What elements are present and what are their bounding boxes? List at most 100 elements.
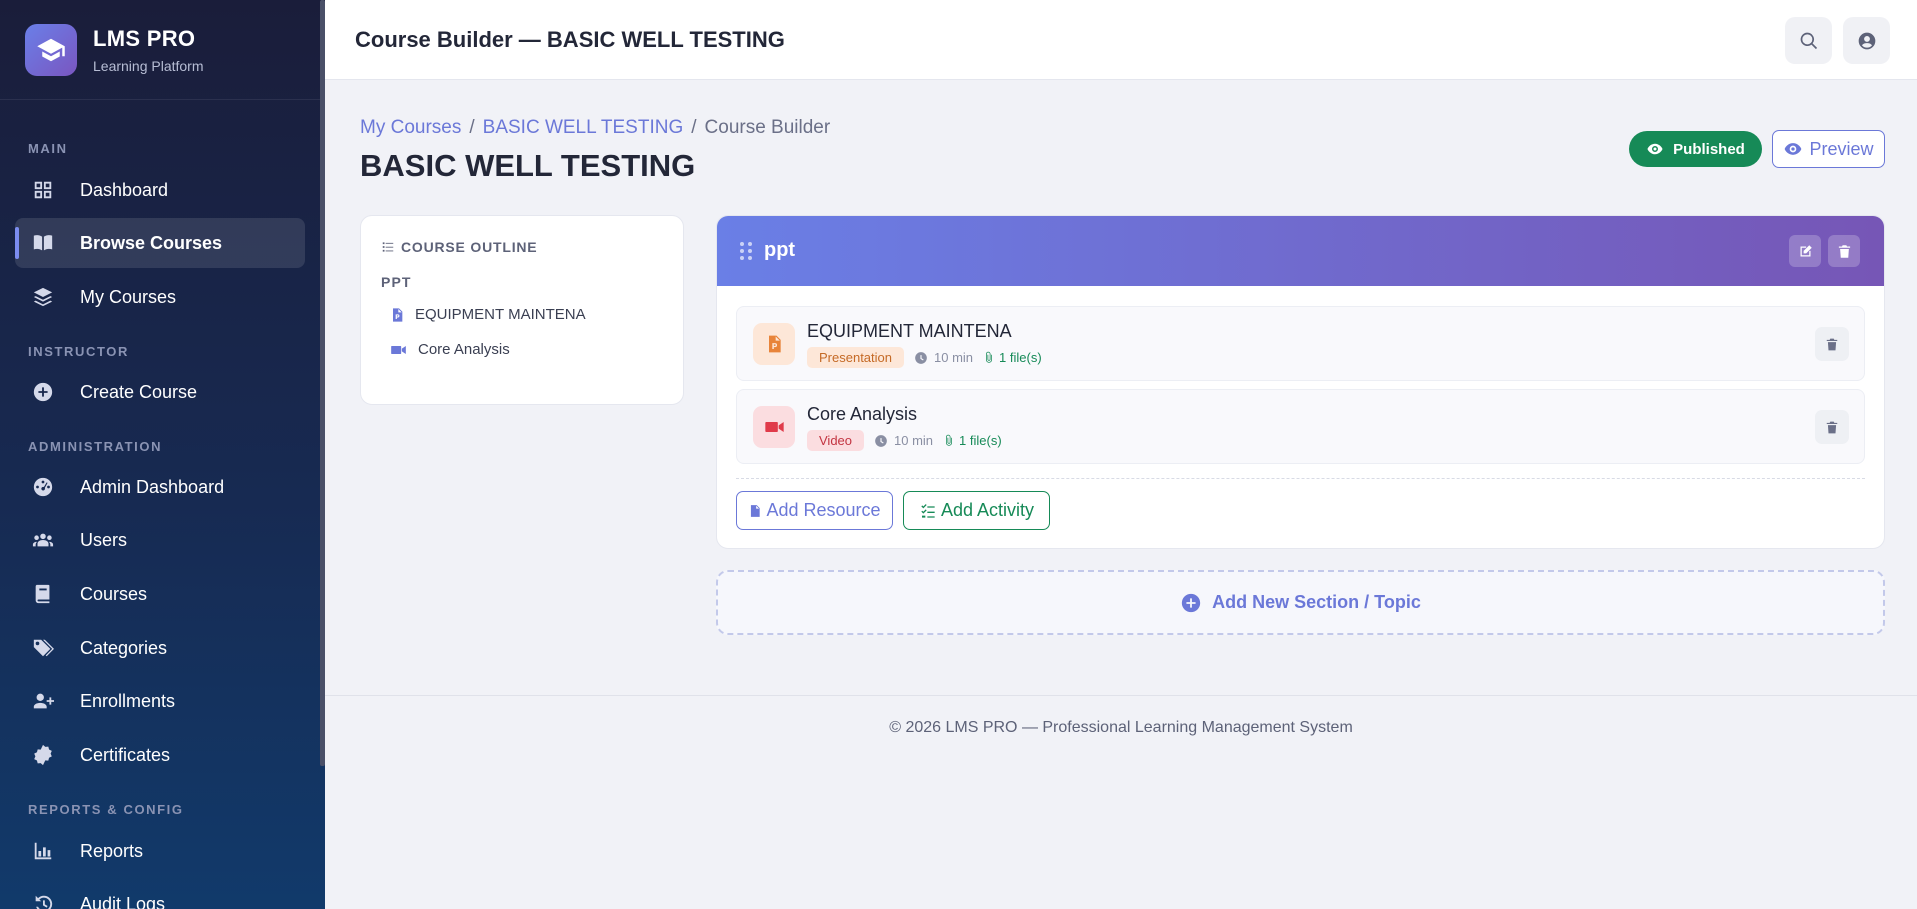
sidebar-item-label: Audit Logs: [80, 893, 166, 909]
breadcrumb-current: Course Builder: [704, 117, 831, 138]
video-icon: [391, 345, 406, 354]
trash-icon: [1826, 338, 1838, 350]
breadcrumb: My Courses / BASIC WELL TESTING / Course Bui…: [360, 117, 830, 139]
user-circle-icon: [1858, 32, 1875, 49]
trash-icon: [1826, 421, 1838, 433]
sidebar-item-courses[interactable]: Courses: [15, 569, 305, 619]
topbar: Course Builder — BASIC WELL TESTING: [325, 0, 1917, 80]
activity-duration-text: 10 min: [894, 433, 934, 448]
activity-title: EQUIPMENT MAINTENA: [807, 321, 1012, 341]
sidebar-item-label: Certificates: [80, 744, 171, 765]
preview-label: Preview: [1809, 138, 1874, 159]
search-button[interactable]: [1785, 17, 1832, 64]
sidebar-item-label: Reports: [80, 840, 144, 861]
activity-type-badge: Video: [807, 430, 865, 451]
eye-icon: [1785, 143, 1802, 155]
course-outline: COURSE OUTLINE PPT EQUIPMENT MAINTENA Co…: [360, 215, 684, 405]
sidebar-item-label: Browse Courses: [80, 232, 223, 253]
list-icon: [382, 242, 394, 252]
activity-icon-box: [753, 406, 795, 448]
edit-section-button[interactable]: [1789, 235, 1821, 267]
activity-files-text: 1 file(s): [999, 350, 1042, 365]
sidebar-item-label: Dashboard: [80, 179, 169, 200]
sidebar-item-reports[interactable]: Reports: [15, 826, 305, 876]
layers-icon: [30, 284, 56, 310]
sidebar-item-label: Admin Dashboard: [80, 476, 225, 497]
activity-item[interactable]: EQUIPMENT MAINTENA Presentation 10 min 1…: [736, 306, 1865, 381]
graduation-cap-icon: [25, 23, 77, 76]
published-label: Published: [1673, 140, 1745, 158]
section-header: ppt: [717, 216, 1884, 286]
sidebar-item-label: Users: [80, 529, 128, 550]
sidebar-item-dashboard[interactable]: Dashboard: [15, 165, 305, 215]
sidebar-item-certificates[interactable]: Certificates: [15, 730, 305, 780]
activity-meta: Video 10 min 1 file(s): [807, 430, 1002, 451]
activity-item[interactable]: Core Analysis Video 10 min 1 file(s): [736, 389, 1865, 464]
file-powerpoint-icon: [769, 335, 781, 353]
section-card: ppt EQUIPMENT MAINTENA Presentation 10 m…: [716, 215, 1885, 549]
clock-icon: [875, 434, 887, 447]
sidebar-item-label: Courses: [80, 583, 148, 604]
published-button[interactable]: Published: [1629, 131, 1762, 167]
brand[interactable]: LMS PRO Learning Platform: [0, 0, 325, 100]
outline-item-label: Core Analysis: [418, 341, 510, 358]
certificate-icon: [30, 742, 56, 768]
outline-item-equipment[interactable]: EQUIPMENT MAINTENA: [389, 306, 586, 323]
sidebar-section-instructor: INSTRUCTOR: [28, 344, 129, 359]
file-icon: [751, 504, 761, 517]
video-icon: [764, 422, 784, 432]
section-name: ppt: [764, 239, 796, 261]
delete-activity-button[interactable]: [1815, 327, 1849, 361]
book-icon: [30, 581, 56, 607]
breadcrumb-course[interactable]: BASIC WELL TESTING: [483, 117, 684, 138]
course-outline-title: COURSE OUTLINE: [401, 239, 538, 255]
preview-button[interactable]: Preview: [1772, 130, 1885, 168]
add-section-button[interactable]: Add New Section / Topic: [716, 570, 1885, 635]
sidebar-item-browse-courses[interactable]: Browse Courses: [15, 218, 305, 268]
footer-text: © 2026 LMS PRO — Professional Learning M…: [889, 719, 1353, 736]
delete-section-button[interactable]: [1828, 235, 1860, 267]
plus-circle-icon: [1181, 593, 1201, 612]
user-menu-button[interactable]: [1843, 17, 1890, 64]
add-activity-label: Add Activity: [940, 500, 1035, 520]
sidebar-item-admin-dashboard[interactable]: Admin Dashboard: [15, 462, 305, 512]
plus-circle-icon: [30, 379, 56, 405]
drag-handle-icon[interactable]: [739, 241, 753, 261]
activity-files: 1 file(s): [943, 433, 1002, 448]
outline-section-label[interactable]: PPT: [381, 274, 412, 290]
add-activity-button[interactable]: Add Activity: [903, 491, 1050, 530]
sidebar-item-label: Create Course: [80, 381, 198, 402]
course-outline-heading: COURSE OUTLINE: [381, 239, 537, 255]
paperclip-icon: [986, 351, 993, 363]
add-resource-label: Add Resource: [766, 500, 881, 520]
edit-icon: [1800, 244, 1812, 256]
activity-duration: 10 min: [874, 433, 933, 448]
outline-item-core-analysis[interactable]: Core Analysis: [389, 341, 510, 358]
breadcrumb-my-courses[interactable]: My Courses: [360, 117, 461, 138]
footer: © 2026 LMS PRO — Professional Learning M…: [325, 695, 1917, 909]
add-section-label: Add New Section / Topic: [1212, 592, 1421, 612]
checklist-icon: [921, 503, 935, 518]
activity-icon-box: [753, 323, 795, 365]
activity-type-badge: Presentation: [807, 347, 904, 368]
add-resource-button[interactable]: Add Resource: [736, 491, 893, 530]
sidebar-item-enrollments[interactable]: Enrollments: [15, 676, 305, 726]
sidebar-scrollbar[interactable]: [320, 0, 325, 766]
brand-name: LMS PRO: [93, 25, 196, 51]
breadcrumb-separator: /: [469, 117, 475, 138]
activity-meta: Presentation 10 min 1 file(s): [807, 347, 1042, 368]
page-title: BASIC WELL TESTING: [360, 148, 696, 183]
sidebar-item-create-course[interactable]: Create Course: [15, 367, 305, 417]
sidebar-item-my-courses[interactable]: My Courses: [15, 272, 305, 322]
delete-activity-button[interactable]: [1815, 410, 1849, 444]
chart-icon: [30, 838, 56, 864]
sidebar-item-categories[interactable]: Categories: [15, 623, 305, 673]
sidebar-item-audit-logs[interactable]: Audit Logs: [15, 879, 305, 909]
search-icon: [1800, 32, 1817, 49]
user-plus-icon: [30, 688, 56, 714]
sidebar-item-users[interactable]: Users: [15, 515, 305, 565]
activity-files: 1 file(s): [983, 350, 1042, 365]
brand-subtitle: Learning Platform: [93, 57, 204, 74]
file-powerpoint-icon: [393, 307, 403, 322]
sidebar: LMS PRO Learning Platform MAIN Dashboard…: [0, 0, 325, 909]
